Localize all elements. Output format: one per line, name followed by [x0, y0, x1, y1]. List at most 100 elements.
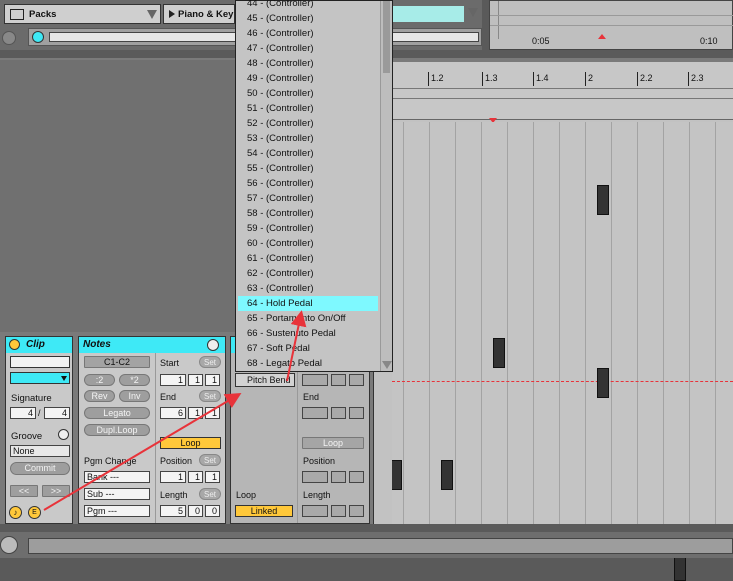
- start-sixteenth[interactable]: 1: [205, 374, 220, 386]
- dropdown-item[interactable]: 66 - Sustenuto Pedal: [236, 326, 380, 341]
- end-beat[interactable]: 1: [188, 407, 203, 419]
- env-length-sixteenth[interactable]: [349, 505, 364, 517]
- clip-name-field[interactable]: [10, 356, 70, 368]
- env-end-sixteenth[interactable]: [349, 407, 364, 419]
- scroll-down-icon[interactable]: [382, 361, 392, 369]
- dropdown-item[interactable]: 53 - (Controller): [236, 131, 380, 146]
- commit-button[interactable]: Commit: [10, 462, 70, 475]
- dropdown-item[interactable]: 57 - (Controller): [236, 191, 380, 206]
- dropdown-item[interactable]: 46 - (Controller): [236, 26, 380, 41]
- dropdown-item[interactable]: 47 - (Controller): [236, 41, 380, 56]
- groove-select[interactable]: None: [10, 445, 70, 457]
- arrow-right-icon[interactable]: [207, 339, 219, 351]
- dropdown-item[interactable]: 51 - (Controller): [236, 101, 380, 116]
- env-position-bar[interactable]: [302, 471, 328, 483]
- invert-button[interactable]: Inv: [119, 390, 150, 402]
- dropdown-item[interactable]: 49 - (Controller): [236, 71, 380, 86]
- packs-row[interactable]: Packs: [4, 4, 161, 24]
- linked-toggle[interactable]: Linked: [235, 505, 293, 517]
- dropdown-item[interactable]: 68 - Legato Pedal: [236, 356, 380, 371]
- length-bar[interactable]: 5: [160, 505, 186, 517]
- bank-field[interactable]: Bank ---: [84, 471, 150, 483]
- sub-field[interactable]: Sub ---: [84, 488, 150, 500]
- env-loop-button[interactable]: Loop: [302, 437, 364, 449]
- start-set-button[interactable]: Set: [199, 356, 221, 368]
- dropdown-item[interactable]: 48 - (Controller): [236, 56, 380, 71]
- env-length-bar[interactable]: [302, 505, 328, 517]
- dropdown-item[interactable]: 55 - (Controller): [236, 161, 380, 176]
- end-sixteenth[interactable]: 1: [205, 407, 220, 419]
- dropdown-item[interactable]: 54 - (Controller): [236, 146, 380, 161]
- piano-roll[interactable]: 1.2 1.3 1.4 2 2.2 2.3: [390, 62, 733, 581]
- dropdown-item[interactable]: 60 - (Controller): [236, 236, 380, 251]
- loop-toggle[interactable]: Loop: [160, 437, 221, 449]
- note-range-field[interactable]: C1-C2: [84, 356, 150, 368]
- dropdown-item[interactable]: 52 - (Controller): [236, 116, 380, 131]
- browser-scroll-down-icon[interactable]: [468, 8, 478, 17]
- dropdown-scroll-thumb[interactable]: [383, 1, 390, 73]
- half-button[interactable]: :2: [84, 374, 115, 386]
- env-start-bar[interactable]: [302, 374, 328, 386]
- control-chooser[interactable]: Pitch Bend: [235, 373, 295, 387]
- length-beat[interactable]: 0: [188, 505, 203, 517]
- dropdown-scrollbar[interactable]: [380, 1, 392, 371]
- env-position-sixteenth[interactable]: [349, 471, 364, 483]
- env-end-bar[interactable]: [302, 407, 328, 419]
- dropdown-item[interactable]: 56 - (Controller): [236, 176, 380, 191]
- env-end-beat[interactable]: [331, 407, 346, 419]
- dropdown-item[interactable]: 63 - (Controller): [236, 281, 380, 296]
- dropdown-item[interactable]: 64 - Hold Pedal: [238, 296, 378, 311]
- dropdown-item[interactable]: 61 - (Controller): [236, 251, 380, 266]
- start-bar[interactable]: 1: [160, 374, 186, 386]
- signature-numerator[interactable]: 4: [10, 407, 36, 419]
- start-beat[interactable]: 1: [188, 374, 203, 386]
- signature-denominator[interactable]: 4: [44, 407, 70, 419]
- pgm-field[interactable]: Pgm ---: [84, 505, 150, 517]
- position-beat[interactable]: 1: [188, 471, 203, 483]
- envelope-badge-icon[interactable]: E: [28, 506, 41, 519]
- clip-color-select[interactable]: [10, 372, 70, 384]
- headphones-icon[interactable]: [32, 31, 44, 43]
- env-length-beat[interactable]: [331, 505, 346, 517]
- status-toggle-icon[interactable]: [0, 536, 18, 554]
- dropdown-item[interactable]: 58 - (Controller): [236, 206, 380, 221]
- position-bar[interactable]: 1: [160, 471, 186, 483]
- control-dropdown[interactable]: 44 - (Controller) 45 - (Controller) 46 - (…: [235, 0, 393, 372]
- position-set-button[interactable]: Set: [199, 454, 221, 466]
- note-grid[interactable]: [390, 122, 733, 581]
- nav-right-button[interactable]: >>: [42, 485, 70, 497]
- dropdown-item[interactable]: 67 - Soft Pedal: [236, 341, 380, 356]
- dropdown-item[interactable]: 65 - Portamento On/Off: [236, 311, 380, 326]
- end-bar[interactable]: 6: [160, 407, 186, 419]
- dropdown-item[interactable]: 59 - (Controller): [236, 221, 380, 236]
- midi-note[interactable]: [493, 338, 505, 368]
- position-sixteenth[interactable]: 1: [205, 471, 220, 483]
- dropdown-item[interactable]: 62 - (Controller): [236, 266, 380, 281]
- dropdown-item[interactable]: 44 - (Controller): [236, 0, 380, 11]
- midi-note[interactable]: [597, 185, 609, 215]
- clip-header[interactable]: Clip: [6, 337, 72, 353]
- piano-row[interactable]: Piano & Key: [163, 4, 235, 24]
- packs-dropdown-icon[interactable]: [147, 10, 157, 19]
- nav-left-button[interactable]: <<: [10, 485, 38, 497]
- double-button[interactable]: *2: [119, 374, 150, 386]
- beat-ruler[interactable]: 1.2 1.3 1.4 2 2.2 2.3: [392, 62, 733, 123]
- midi-note[interactable]: [441, 460, 453, 490]
- env-start-beat[interactable]: [331, 374, 346, 386]
- arrangement-overview[interactable]: 0:05 0:10: [489, 0, 733, 50]
- env-position-beat[interactable]: [331, 471, 346, 483]
- notes-badge-icon[interactable]: ♪: [9, 506, 22, 519]
- dropdown-item[interactable]: 45 - (Controller): [236, 11, 380, 26]
- groove-hotswap-icon[interactable]: [58, 429, 69, 440]
- notes-header[interactable]: Notes: [79, 337, 225, 353]
- length-sixteenth[interactable]: 0: [205, 505, 220, 517]
- end-set-button[interactable]: Set: [199, 390, 221, 402]
- clip-activator-icon[interactable]: [9, 339, 20, 350]
- legato-button[interactable]: Legato: [84, 407, 150, 419]
- hot-swap-icon[interactable]: [2, 31, 16, 45]
- reverse-button[interactable]: Rev: [84, 390, 115, 402]
- env-start-sixteenth[interactable]: [349, 374, 364, 386]
- length-set-button[interactable]: Set: [199, 488, 221, 500]
- duplicate-loop-button[interactable]: Dupl.Loop: [84, 424, 150, 436]
- midi-note[interactable]: [597, 368, 609, 398]
